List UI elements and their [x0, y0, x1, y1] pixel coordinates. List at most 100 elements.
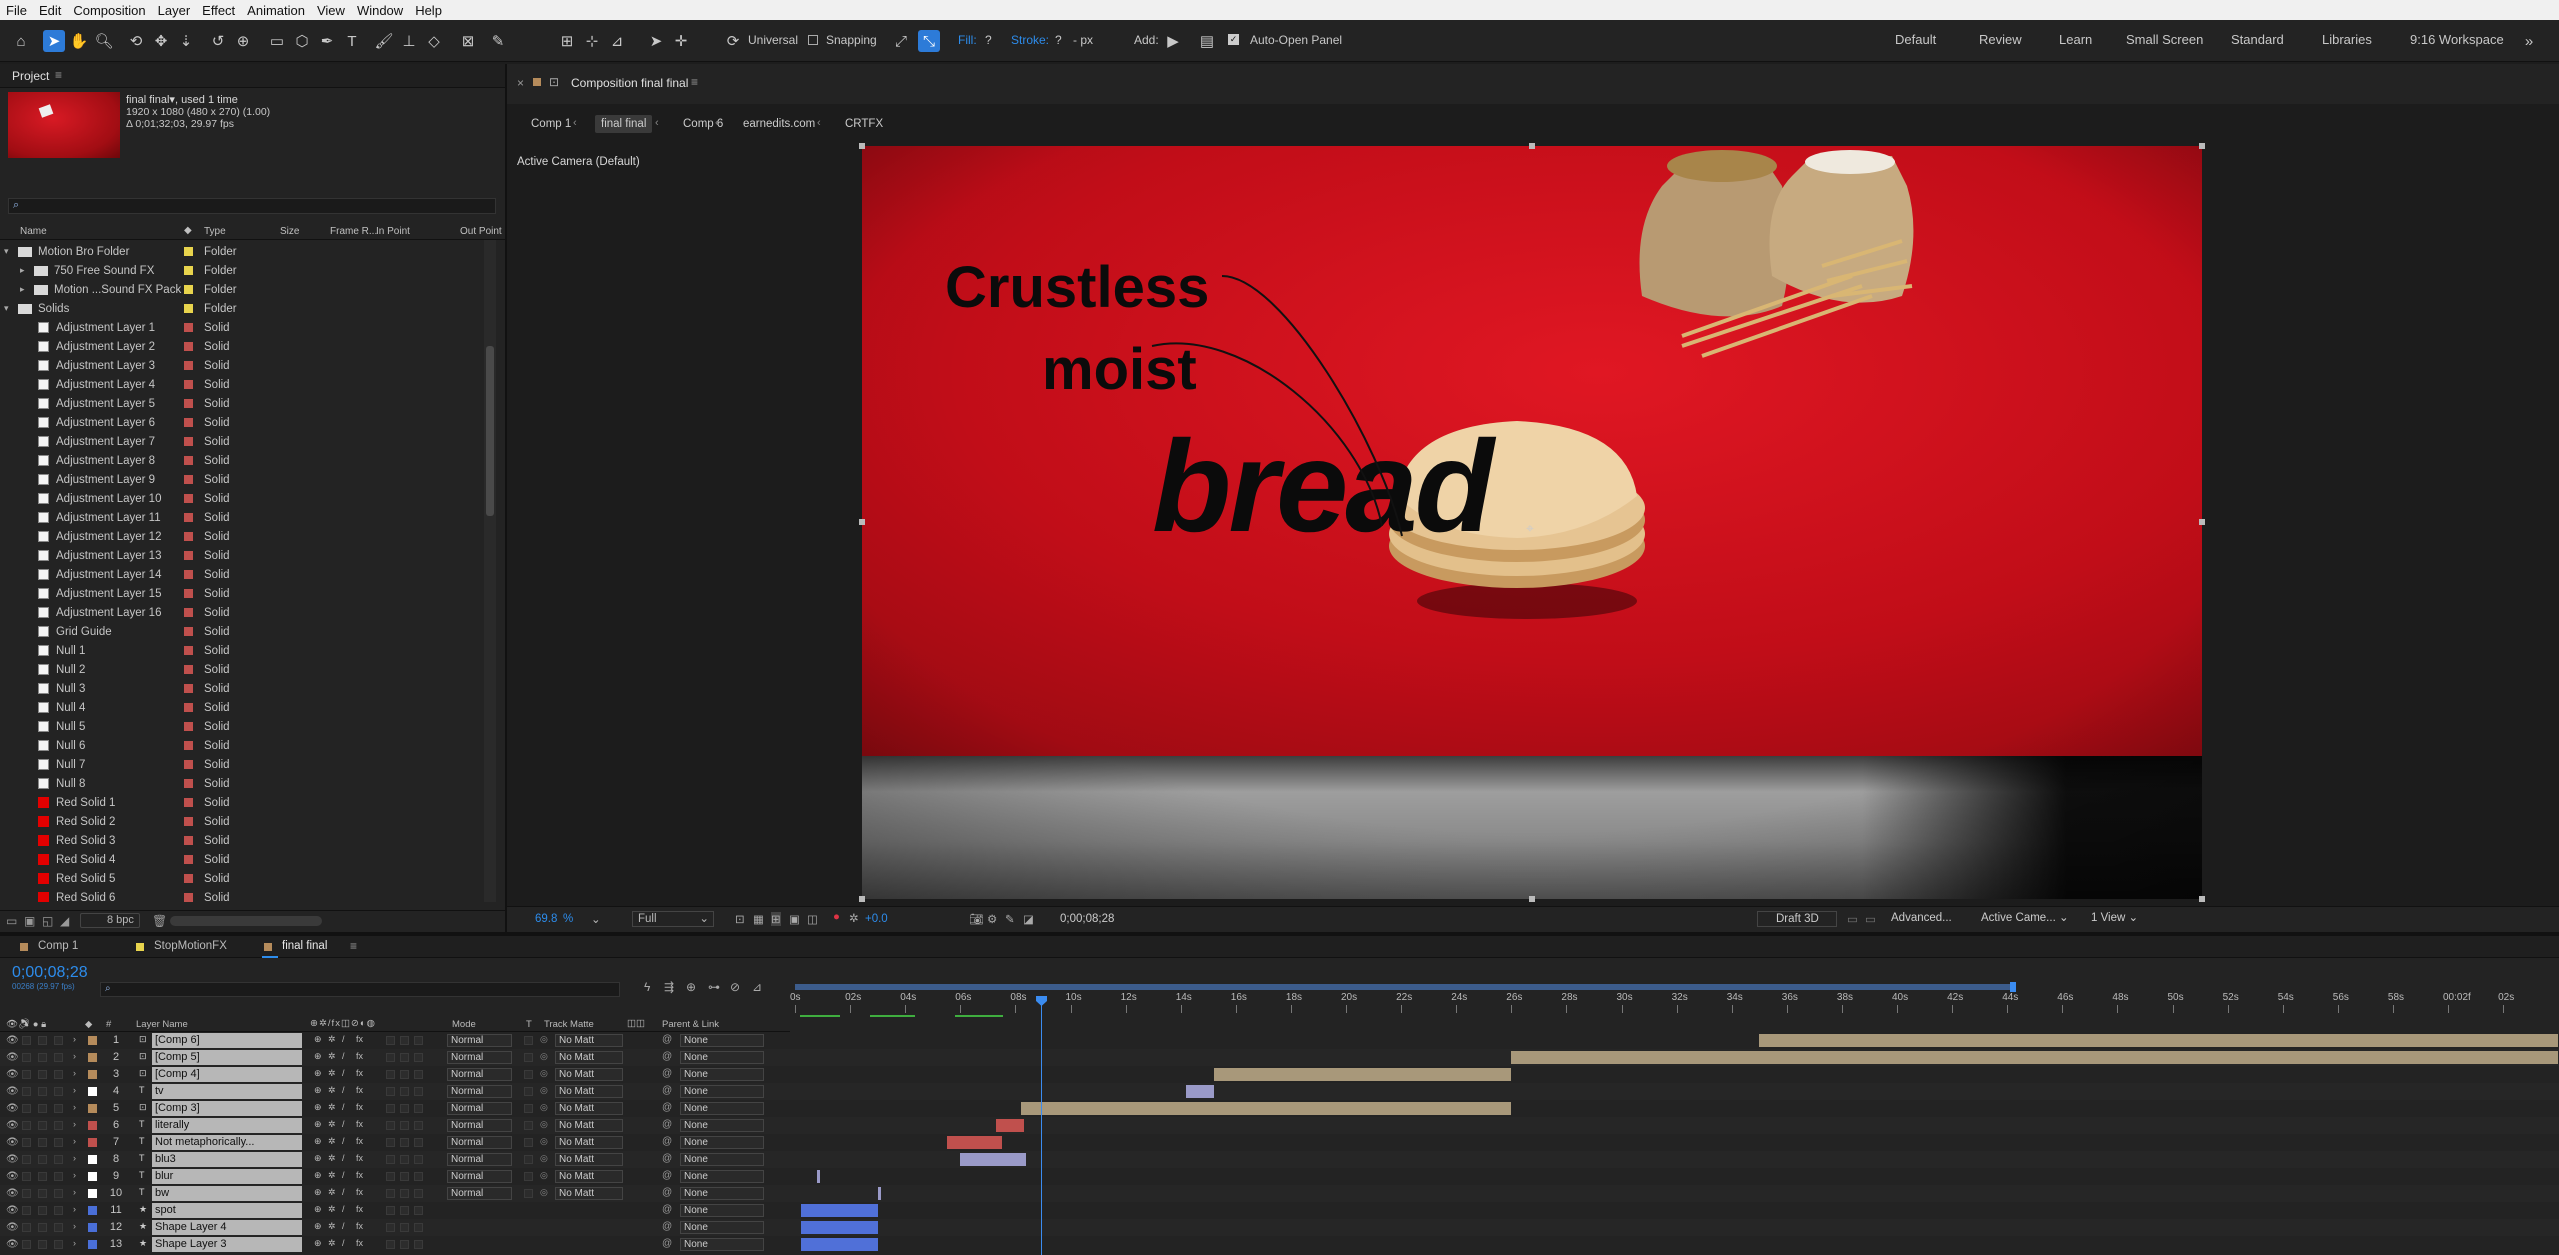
hand-tool-icon[interactable]: ✋ [68, 30, 90, 52]
handle-l[interactable] [859, 519, 865, 525]
project-item[interactable]: Null 8 Solid [0, 774, 488, 793]
label-color-swatch[interactable] [184, 798, 193, 807]
menu-edit[interactable]: Edit [33, 3, 67, 18]
anchor-point-icon[interactable]: ⌖ [1526, 520, 1534, 537]
lock-switch[interactable] [54, 1087, 63, 1096]
parent-select[interactable]: None [680, 1170, 764, 1183]
layer-row[interactable]: 👁︎ › 10 Tbw ⊕ ✲ / fx Normal ◎ No Matt @ None [0, 1185, 2559, 1202]
layer-switch[interactable] [386, 1155, 395, 1164]
project-item[interactable]: Adjustment Layer 7 Solid [0, 432, 488, 451]
layer-row[interactable]: 👁︎ › 11 ★ spot ⊕ ✲ / fx @ None [0, 1202, 2559, 1219]
project-item[interactable]: Adjustment Layer 12 Solid [0, 527, 488, 546]
preserve-transparency-switch[interactable] [524, 1121, 533, 1130]
layer-label-color[interactable] [88, 1036, 97, 1045]
layer-name[interactable]: [Comp 5] [152, 1050, 302, 1065]
layer-duration-bar[interactable] [877, 1187, 881, 1200]
layer-switch-icon[interactable]: fx [356, 1085, 363, 1095]
layer-switch[interactable] [386, 1087, 395, 1096]
crosshair-icon[interactable]: ✛ [670, 30, 692, 52]
universal-label[interactable]: Universal [748, 33, 798, 47]
layer-switch[interactable] [400, 1121, 409, 1130]
pen-tool-icon[interactable]: ✒ [316, 30, 338, 52]
label-color-swatch[interactable] [184, 323, 193, 332]
preserve-transparency-switch[interactable] [524, 1036, 533, 1045]
layer-label-color[interactable] [88, 1223, 97, 1232]
layer-switch[interactable] [386, 1172, 395, 1181]
parent-select[interactable]: None [680, 1051, 764, 1064]
orbit-camera-icon[interactable]: ⟲ [125, 30, 147, 52]
camera-select[interactable]: Active Came... ⌄ [1977, 911, 2073, 927]
expand-arrow-icon[interactable]: › [73, 1204, 76, 1214]
puppet-pin-icon[interactable]: ▤ [1196, 30, 1218, 52]
layer-switch[interactable] [386, 1036, 395, 1045]
track-matte-select[interactable]: No Matt [555, 1085, 623, 1098]
layer-switch[interactable] [400, 1189, 409, 1198]
project-item[interactable]: Null 4 Solid [0, 698, 488, 717]
layer-name[interactable]: Shape Layer 3 [152, 1237, 302, 1252]
expand-arrow-icon[interactable]: ▾ [4, 246, 9, 257]
layer-switch-icon[interactable]: ✲ [328, 1102, 336, 1113]
layer-switch[interactable] [414, 1104, 423, 1113]
bpc-button[interactable]: 8 bpc [80, 913, 140, 928]
pick-whip-icon[interactable]: @ [662, 1102, 672, 1113]
menu-animation[interactable]: Animation [241, 3, 311, 18]
label-color-swatch[interactable] [184, 627, 193, 636]
workspace-small-screen[interactable]: Small Screen [2126, 32, 2203, 47]
layer-name[interactable]: [Comp 4] [152, 1067, 302, 1082]
label-color-swatch[interactable] [184, 361, 193, 370]
menu-help[interactable]: Help [409, 3, 448, 18]
ground-plane-icon[interactable]: ▭ [1847, 912, 1858, 926]
project-item[interactable]: Null 5 Solid [0, 717, 488, 736]
lock-switch[interactable] [54, 1206, 63, 1215]
label-col-icon[interactable]: ◆ [184, 225, 192, 236]
audio-switch[interactable] [22, 1240, 31, 1249]
layer-switch-icon[interactable]: / [342, 1119, 345, 1129]
project-scrollbar[interactable] [484, 240, 496, 902]
label-color-swatch[interactable] [184, 456, 193, 465]
label-color-swatch[interactable] [184, 646, 193, 655]
blend-mode-select[interactable]: Normal [447, 1085, 512, 1098]
project-scrollbar-thumb[interactable] [486, 346, 494, 516]
layer-duration-bar[interactable] [800, 1221, 878, 1234]
preserve-transparency-switch[interactable] [524, 1155, 533, 1164]
project-item[interactable]: Adjustment Layer 4 Solid [0, 375, 488, 394]
layer-name-header[interactable]: Layer Name [136, 1019, 188, 1030]
layer-duration-bar[interactable] [996, 1119, 1024, 1132]
blend-mode-select[interactable]: Normal [447, 1187, 512, 1200]
menu-composition[interactable]: Composition [67, 3, 151, 18]
expand-arrow-icon[interactable]: › [73, 1051, 76, 1061]
layer-switch[interactable] [414, 1189, 423, 1198]
layer-switch-icon[interactable]: ✲ [328, 1204, 336, 1215]
preserve-transparency-switch[interactable] [524, 1138, 533, 1147]
label-color-swatch[interactable] [184, 494, 193, 503]
label-color-swatch[interactable] [184, 551, 193, 560]
rotation-tool-icon[interactable]: ↺ [207, 30, 229, 52]
comp-panel-menu-icon[interactable]: ≡ [691, 75, 698, 89]
solo-switch[interactable] [38, 1036, 47, 1045]
label-color-swatch[interactable] [184, 684, 193, 693]
layer-switch[interactable] [400, 1240, 409, 1249]
audio-switch[interactable] [22, 1189, 31, 1198]
layer-switch-icon[interactable]: ✲ [328, 1136, 336, 1147]
show-snapshot-icon[interactable]: ⚙ [987, 912, 997, 926]
layer-switch-icon[interactable]: ⊕ [314, 1238, 322, 1249]
layer-switch[interactable] [414, 1206, 423, 1215]
pick-whip-icon[interactable]: @ [662, 1170, 672, 1181]
visibility-eye-icon[interactable]: 👁︎ [6, 1069, 19, 1080]
layer-switch-icon[interactable]: fx [356, 1221, 363, 1231]
layer-switch-icon[interactable]: ✲ [328, 1238, 336, 1249]
solo-switch[interactable] [38, 1206, 47, 1215]
preserve-transparency-switch[interactable] [524, 1104, 533, 1113]
timeline-tab[interactable]: StopMotionFX [134, 936, 227, 958]
audio-switch[interactable] [22, 1053, 31, 1062]
layer-switch-icon[interactable]: fx [356, 1119, 363, 1129]
track-matte-select[interactable]: No Matt [555, 1153, 623, 1166]
visibility-eye-icon[interactable]: 👁︎ [6, 1086, 19, 1097]
project-item[interactable]: Red Solid 6 Solid [0, 888, 488, 902]
pointer-icon[interactable]: ➤ [645, 30, 667, 52]
breadcrumb-item[interactable]: Comp 6 [677, 115, 729, 133]
layer-switch[interactable] [400, 1053, 409, 1062]
layer-switch[interactable] [386, 1223, 395, 1232]
layer-label-color[interactable] [88, 1240, 97, 1249]
lock-switch[interactable] [54, 1104, 63, 1113]
